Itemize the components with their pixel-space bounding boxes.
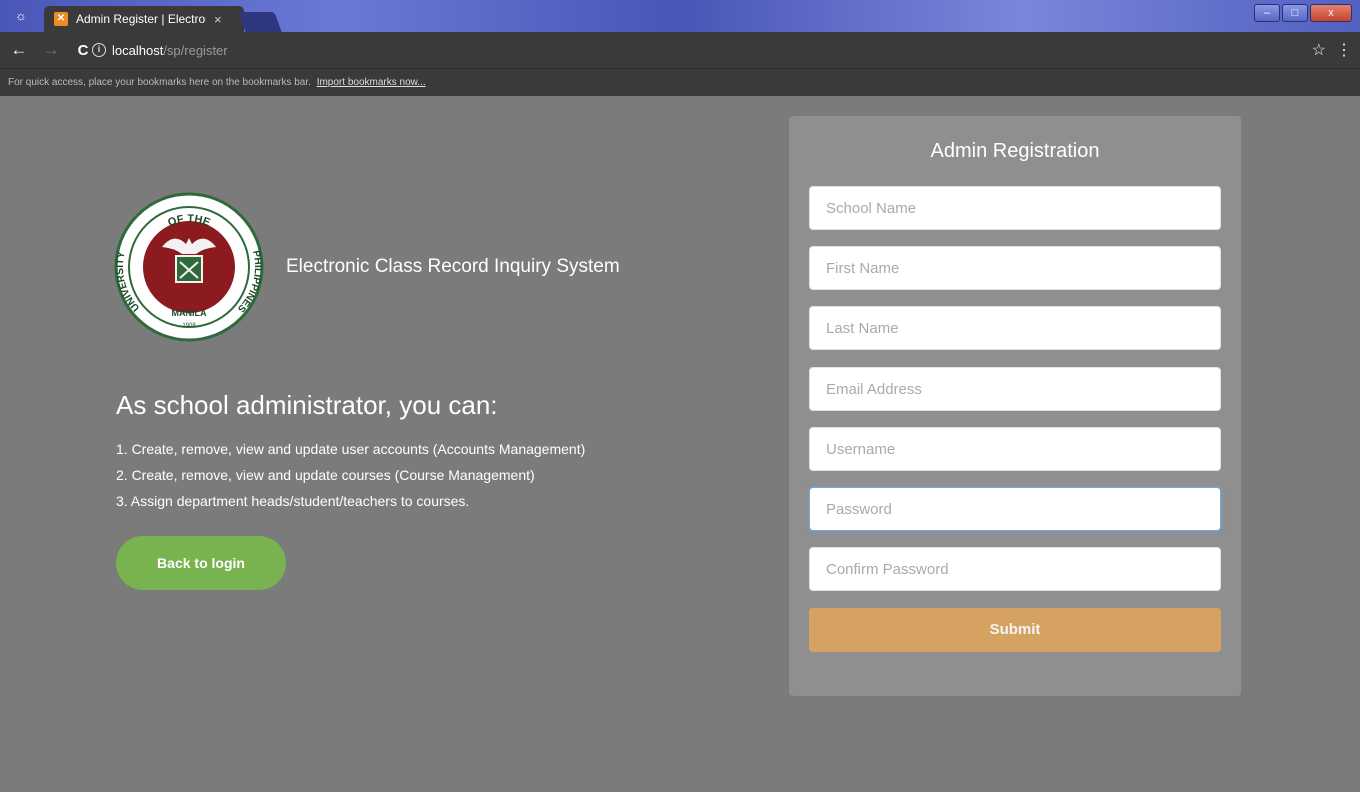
- close-window-button[interactable]: x: [1310, 4, 1352, 22]
- email-input[interactable]: [809, 367, 1221, 411]
- logo-bottom-text: MANILA: [172, 308, 207, 318]
- list-item: 2. Create, remove, view and update cours…: [116, 467, 535, 483]
- incognito-icon: ☼: [15, 8, 27, 23]
- minimize-button[interactable]: –: [1254, 4, 1280, 22]
- browser-tab-active[interactable]: ✕ Admin Register | Electron ×: [44, 6, 244, 32]
- maximize-button[interactable]: □: [1282, 4, 1308, 22]
- tab-title: Admin Register | Electron: [76, 12, 206, 26]
- page-content: OF THE UNIVERSITY PHILIPPINES MANILA 190…: [0, 96, 1360, 792]
- list-item: 1. Create, remove, view and update user …: [116, 441, 586, 457]
- window-controls: – □ x: [1254, 4, 1352, 22]
- import-bookmarks-link[interactable]: Import bookmarks now...: [317, 77, 426, 88]
- system-name: Electronic Class Record Inquiry System: [286, 256, 620, 277]
- back-to-login-button[interactable]: Back to login: [116, 536, 286, 590]
- forward-arrow-icon[interactable]: →: [38, 40, 64, 60]
- first-name-input[interactable]: [809, 246, 1221, 290]
- xampp-favicon-icon: ✕: [54, 12, 68, 26]
- bookmark-star-icon[interactable]: ☆: [1312, 40, 1326, 60]
- new-tab-button[interactable]: [238, 12, 282, 32]
- school-name-input[interactable]: [809, 186, 1221, 230]
- window-titlebar: ☼ ✕ Admin Register | Electron × – □ x: [0, 0, 1360, 32]
- submit-button[interactable]: Submit: [809, 608, 1221, 652]
- address-bar[interactable]: i localhost/sp/register: [92, 36, 1332, 64]
- password-input[interactable]: [809, 487, 1221, 531]
- confirm-password-input[interactable]: [809, 547, 1221, 591]
- capabilities-list: 1. Create, remove, view and update user …: [116, 436, 585, 514]
- back-arrow-icon[interactable]: ←: [6, 40, 32, 60]
- url-path: /sp/register: [163, 42, 228, 58]
- admin-capabilities-heading: As school administrator, you can:: [116, 390, 498, 420]
- username-input[interactable]: [809, 427, 1221, 471]
- list-item: 3. Assign department heads/student/teach…: [116, 493, 470, 509]
- form-title: Admin Registration: [930, 140, 1100, 162]
- browser-toolbar: ← → C i localhost/sp/register: [0, 32, 1360, 68]
- info-icon[interactable]: i: [92, 43, 106, 57]
- bookmarks-bar: For quick access, place your bookmarks h…: [0, 68, 1360, 96]
- bookmarks-hint: For quick access, place your bookmarks h…: [8, 77, 311, 88]
- last-name-input[interactable]: [809, 306, 1221, 350]
- tab-close-icon[interactable]: ×: [214, 12, 222, 27]
- registration-panel: Admin Registration Submit: [789, 116, 1241, 696]
- url-host: localhost: [112, 42, 164, 58]
- logo-year: 1908: [182, 323, 196, 329]
- university-seal-logo: OF THE UNIVERSITY PHILIPPINES MANILA 190…: [114, 192, 264, 342]
- browser-menu-icon[interactable]: ⋮: [1336, 40, 1352, 60]
